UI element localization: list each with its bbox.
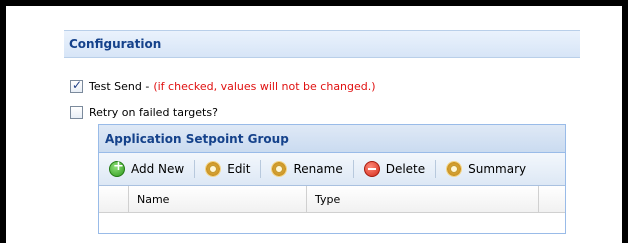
test-send-label: Test Send - (89, 79, 150, 93)
summary-gear-icon (446, 161, 463, 177)
column-header-name[interactable]: Name (129, 186, 307, 212)
retry-checkbox[interactable] (70, 105, 83, 119)
configuration-title: Configuration (69, 37, 162, 51)
toolbar-separator (352, 160, 354, 178)
add-new-button[interactable]: Add New (109, 158, 184, 180)
toolbar-separator (194, 160, 196, 178)
delete-icon (363, 161, 380, 177)
column-header-type[interactable]: Type (307, 186, 539, 212)
edit-gear-icon (205, 161, 222, 177)
toolbar-separator (435, 160, 437, 178)
delete-label: Delete (385, 162, 426, 176)
grid-header: Name Type (99, 186, 565, 213)
panel-title: Application Setpoint Group (105, 131, 289, 146)
panel-header: Application Setpoint Group (99, 125, 565, 153)
add-icon (109, 159, 125, 177)
test-send-checkbox[interactable]: ✓ (70, 77, 83, 93)
summary-label: Summary (468, 162, 527, 176)
edit-button[interactable]: Edit (205, 158, 250, 180)
rename-button[interactable]: Rename (271, 158, 343, 180)
retry-option[interactable]: Retry on failed targets? (70, 104, 218, 120)
rename-label: Rename (293, 162, 343, 176)
panel-toolbar: Add New Edit Rename Delete Summary (99, 153, 565, 186)
retry-label: Retry on failed targets? (89, 105, 218, 119)
toolbar-separator (260, 160, 262, 178)
select-all-column-header[interactable] (99, 186, 129, 212)
checkmark-icon: ✓ (72, 77, 83, 92)
rename-gear-icon (271, 161, 288, 177)
summary-button[interactable]: Summary (446, 158, 526, 180)
edit-label: Edit (227, 162, 251, 176)
test-send-option[interactable]: ✓ Test Send - (if checked, values will n… (70, 78, 376, 94)
add-new-label: Add New (131, 162, 185, 176)
test-send-note: (if checked, values will not be changed.… (153, 79, 376, 93)
configuration-header: Configuration (64, 30, 580, 58)
delete-button[interactable]: Delete (363, 158, 426, 180)
application-setpoint-group-panel: Application Setpoint Group Add New Edit … (98, 124, 566, 234)
